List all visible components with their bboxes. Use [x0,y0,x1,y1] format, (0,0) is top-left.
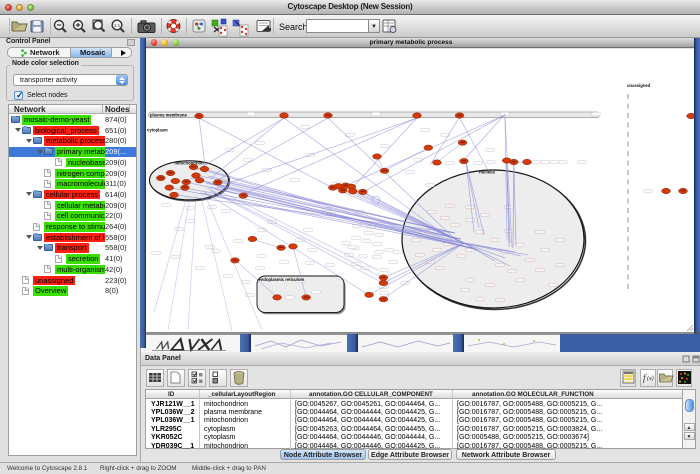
svg-text:endoplasmic reticulum: endoplasmic reticulum [259,277,305,282]
svg-text:1:1: 1:1 [114,23,121,28]
svg-text:(x): (x) [647,375,654,382]
svg-text:plasma membrane: plasma membrane [150,112,187,117]
svg-text:unassigned: unassigned [627,83,651,88]
svg-text:nucleus: nucleus [479,170,495,175]
svg-text:cytoplasm: cytoplasm [147,128,168,133]
svg-text:mitochondrion: mitochondrion [174,161,204,166]
